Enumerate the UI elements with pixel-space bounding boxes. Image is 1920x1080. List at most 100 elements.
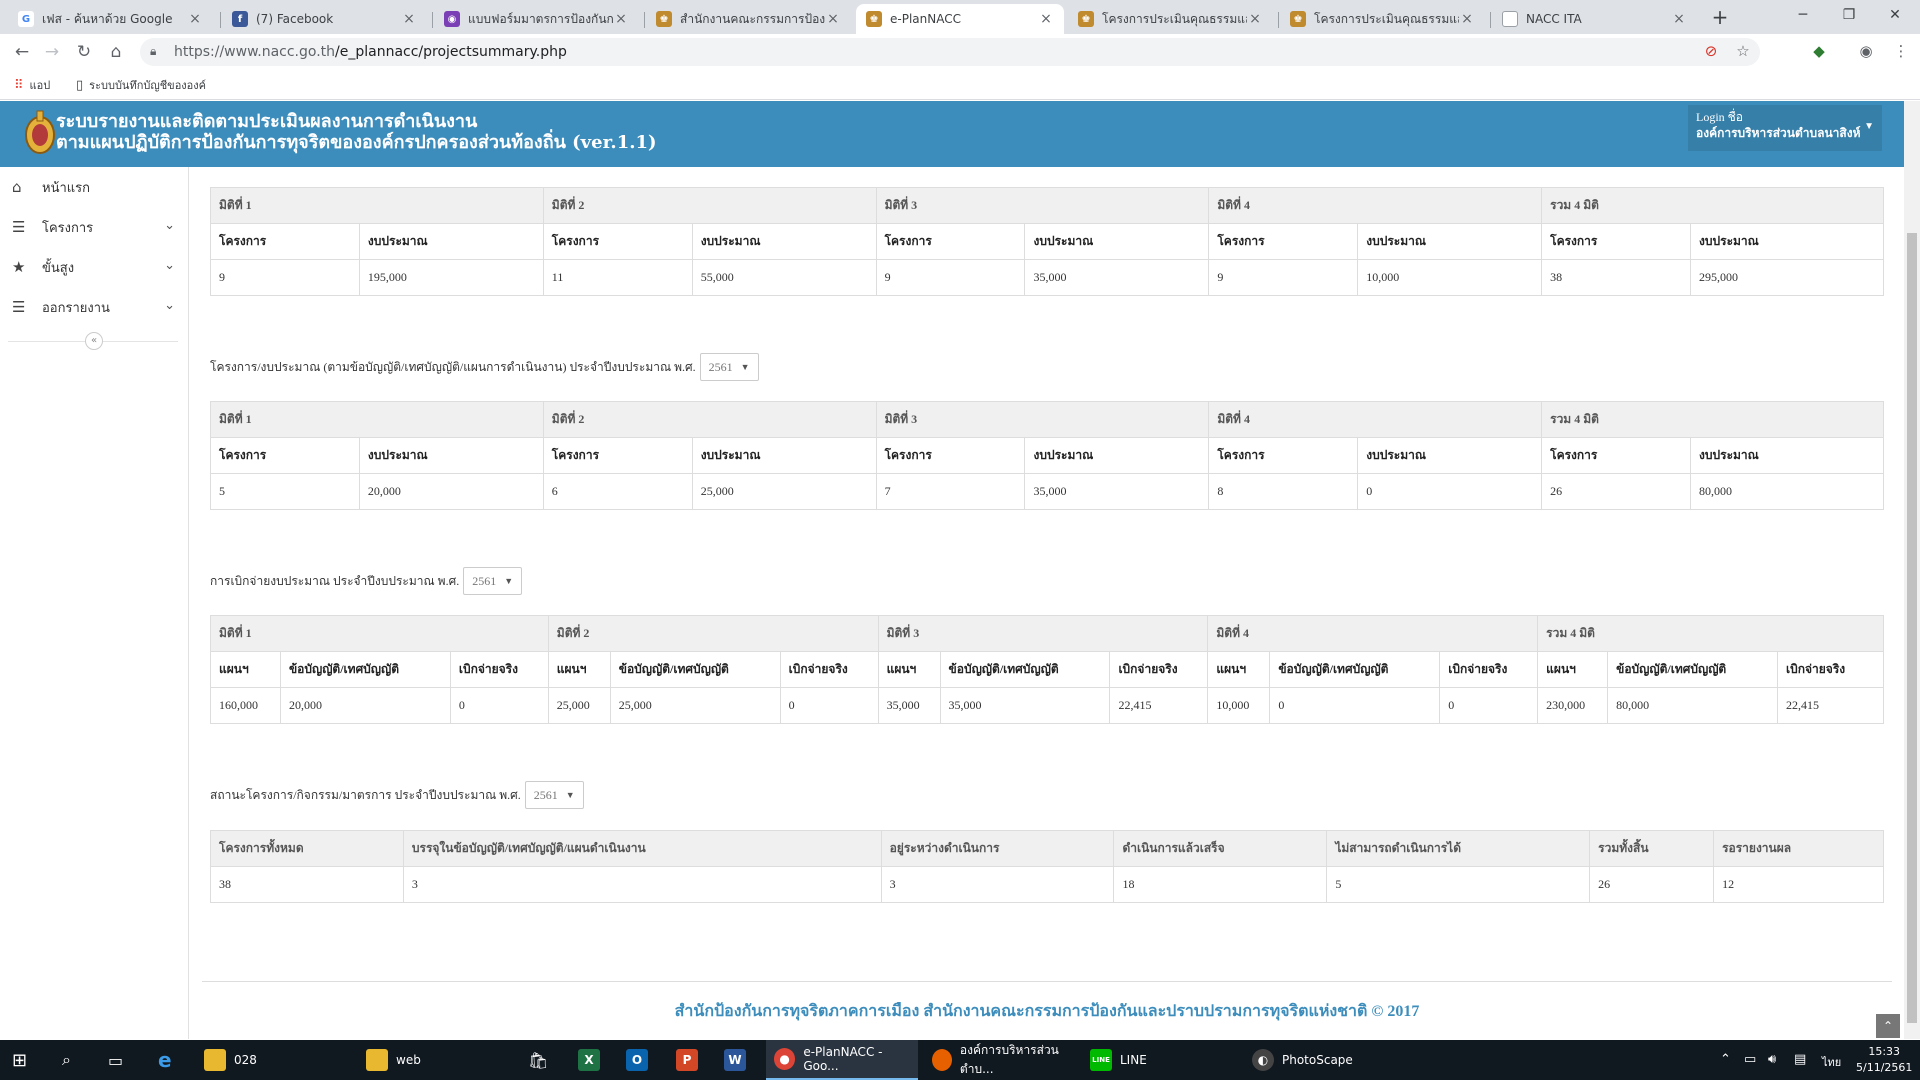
restore-window-button[interactable]: ❐ [1826,0,1872,30]
table-cell: 26 [1541,473,1692,510]
column-header: ข้อบัญญัติ/เทศบัญญัติ [1269,651,1441,688]
table-cell: 38 [210,866,404,903]
new-tab-button[interactable]: + [1706,5,1734,29]
year-select[interactable]: 2561 ▼ [463,567,523,595]
tab-title: โครงการประเมินคุณธรรมและควา [1102,11,1247,26]
show-hidden-icons-icon[interactable]: ⌃ [1720,1052,1731,1067]
reload-button[interactable]: ↻ [72,41,96,63]
year-select[interactable]: 2561 ▼ [699,353,759,381]
close-tab-icon[interactable]: × [825,11,841,27]
column-header: แผนฯ [1537,651,1609,688]
clock-time: 15:33 [1868,1045,1901,1058]
browser-tab[interactable]: ♚ โครงการประเมินคุณธรรมและควา × [1068,4,1273,34]
close-tab-icon[interactable]: × [1671,11,1687,27]
bookmark-apps[interactable]: ⠿ แอป [14,76,50,94]
network-icon[interactable]: ▭ [1744,1052,1756,1067]
scroll-to-top-button[interactable]: ⌃ [1876,1014,1900,1038]
browser-tab[interactable]: ♚ สำนักงานคณะกรรมการป้องกันและ × [646,4,851,34]
table-cell: 55,000 [691,259,877,296]
word-icon[interactable]: W [724,1040,754,1080]
forward-button[interactable]: → [40,41,64,63]
table-cell: 0 [1357,473,1543,510]
address-bar[interactable]: 🔒︎ https://www.nacc.go.th/e_plannacc/pro… [140,38,1760,66]
excel-icon[interactable]: X [578,1040,608,1080]
start-button[interactable]: ⊞ [12,1040,36,1080]
close-tab-icon[interactable]: × [1038,11,1054,27]
browser-tab[interactable]: f (7) Facebook × [222,4,427,34]
page-scrollbar[interactable] [1904,101,1920,1039]
close-window-button[interactable]: ✕ [1872,0,1918,30]
table-cell: 10,000 [1357,259,1543,296]
table-cell: 3 [880,866,1115,903]
collapse-sidebar-button[interactable]: « [85,332,103,350]
taskbar-app-firefox[interactable]: องค์การบริหารส่วนตำบ... [928,1040,1080,1080]
input-language[interactable]: ไทย [1822,1053,1841,1071]
store-icon[interactable]: 🛍︎ [528,1040,548,1080]
column-header: เบิกจ่ายจริง [1439,651,1539,688]
bookmark-item[interactable]: ▯ ระบบบันทึกบัญชีขององค์ [76,76,206,94]
browser-tab[interactable]: ♚ โครงการประเมินคุณธรรมและควา × [1280,4,1485,34]
close-tab-icon[interactable]: × [613,11,629,27]
bookmark-star-icon[interactable]: ☆ [1732,42,1754,62]
column-header: ข้อบัญญัติ/เทศบัญญัติ [1607,651,1779,688]
taskbar-app-folder-028[interactable]: 028 [204,1040,336,1080]
edge-icon[interactable]: e [158,1040,172,1080]
browser-tab[interactable]: G เฟส - ค้นหาด้วย Google × [8,4,213,34]
taskbar-app-chrome[interactable]: ● e-PlanNACC - Goo... [766,1040,918,1080]
profile-icon[interactable]: ◉ [1855,42,1877,62]
sidebar-item-label: ขั้นสูง [42,260,75,276]
browser-tab-active[interactable]: ♚ e-PlanNACC × [856,4,1064,34]
table-cell: 7 [875,473,1026,510]
system-clock[interactable]: 15:33 5/11/2561 [1856,1044,1912,1076]
taskbar-app-line[interactable]: LINE LINE [1090,1040,1230,1080]
tab-title: NACC ITA [1526,12,1582,26]
volume-icon[interactable]: 🔊︎ [1768,1052,1776,1067]
table-cell: 22,415 [1109,687,1209,724]
taskbar-app-folder-web[interactable]: web [366,1040,498,1080]
projects-budget-table: มิติที่ 1 มิติที่ 2 มิติที่ 3 มิติที่ 4 … [210,187,1884,296]
year-select[interactable]: 2561 ▼ [524,781,584,809]
group-header: รวม 4 มิติ [1537,615,1884,652]
column-header: งบประมาณ [691,223,877,260]
scrollbar-thumb[interactable] [1907,233,1917,1023]
login-name: องค์การบริหารส่วนตำบลนาสิงห์ [1696,126,1861,140]
year-select-value: 2561 [472,573,497,588]
tab-title: สำนักงานคณะกรรมการป้องกันและ [680,11,825,26]
blocked-icon[interactable]: ⊘ [1700,42,1722,62]
column-header: แผนฯ [210,651,281,688]
action-center-icon[interactable]: ▤ [1794,1052,1806,1067]
minimize-window-button[interactable]: ─ [1780,0,1826,30]
table-cell: 9 [210,259,360,296]
close-tab-icon[interactable]: × [187,11,203,27]
sidebar-item-reports[interactable]: ☰ ออกรายงาน ⌄ [0,287,189,327]
taskbar-app-photoscape[interactable]: ◐ PhotoScape [1252,1040,1392,1080]
table-cell: 230,000 [1537,687,1609,724]
task-view-icon[interactable]: ▭ [108,1040,123,1080]
powerpoint-icon[interactable]: P [676,1040,706,1080]
back-button[interactable]: ← [10,41,34,63]
browser-tab[interactable]: ◉ แบบฟอร์มมาตรการป้องกันการทุ × [434,4,639,34]
browser-tab[interactable]: NACC ITA × [1492,4,1697,34]
group-header: รวม 4 มิติ [1541,401,1884,438]
close-tab-icon[interactable]: × [401,11,417,27]
user-menu[interactable]: Login ชื่อ องค์การบริหารส่วนตำบลนาสิงห์ … [1688,105,1882,151]
table-cell: 22,415 [1777,687,1884,724]
menu-icon[interactable]: ⋮ [1890,42,1912,62]
close-tab-icon[interactable]: × [1459,11,1475,27]
column-header: โครงการ [542,437,693,474]
column-header: ไม่สามารถดำเนินการได้ [1326,830,1591,867]
close-tab-icon[interactable]: × [1247,11,1263,27]
nacc-emblem-icon: ♚ [1078,11,1094,27]
extension-icon[interactable]: ◆ [1808,42,1830,62]
column-header: งบประมาณ [1357,437,1543,474]
app-title-line1: ระบบรายงานและติดตามประเมินผลงานการดำเนิน… [56,111,478,132]
search-icon[interactable]: ⌕ [62,1040,71,1080]
outlook-icon[interactable]: O [626,1040,656,1080]
column-header: โครงการ [1541,437,1692,474]
sidebar-item-projects[interactable]: ☰ โครงการ ⌄ [0,207,189,247]
sidebar-item-home[interactable]: ⌂ หน้าแรก [0,167,189,207]
main-content: มิติที่ 1 มิติที่ 2 มิติที่ 3 มิติที่ 4 … [190,167,1904,1039]
group-header: มิติที่ 4 [1207,615,1539,652]
home-button[interactable]: ⌂ [104,41,128,63]
sidebar-item-advanced[interactable]: ★ ขั้นสูง ⌄ [0,247,189,287]
